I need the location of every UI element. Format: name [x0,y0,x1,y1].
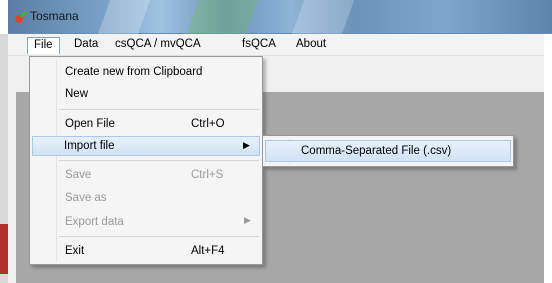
menu-file[interactable]: File [27,37,60,54]
menu-item-open-file[interactable]: Open File Ctrl+O [32,114,260,134]
export-data-label: Export data [65,216,124,228]
menu-data[interactable]: Data [68,37,104,54]
menu-item-create-from-clipboard[interactable]: Create new from Clipboard [32,62,260,82]
menu-separator [59,236,259,237]
import-csv-label: Comma-Separated File (.csv) [301,145,452,157]
menu-fsqca[interactable]: fsQCA [236,37,282,54]
app-icon [15,11,27,23]
exit-shortcut: Alt+F4 [191,245,225,257]
submenu-arrow-icon: ▶ [243,140,250,150]
new-label: New [65,88,89,100]
menu-item-new[interactable]: New [32,84,260,104]
import-file-label: Import file [64,140,115,152]
menu-bar: File Data csQCA / mvQCA fsQCA About [8,34,544,56]
exit-label: Exit [65,245,85,257]
create-from-clipboard-label: Create new from Clipboard [65,66,203,78]
window-title: Tosmana [30,9,79,23]
menu-item-exit[interactable]: Exit Alt+F4 [32,241,260,261]
title-bar[interactable]: Tosmana [8,0,552,34]
menu-item-export-data[interactable]: Export data ▶ [32,212,260,232]
menu-item-import-csv[interactable]: Comma-Separated File (.csv) [265,140,511,162]
menu-csqca-mvqca[interactable]: csQCA / mvQCA [109,37,207,54]
menu-item-save[interactable]: Save Ctrl+S [32,165,260,185]
menu-item-import-file[interactable]: Import file ▶ [32,136,260,156]
menu-separator [59,160,259,161]
menu-item-save-as[interactable]: Save as [32,188,260,208]
background-window-stripe [0,224,8,274]
open-file-shortcut: Ctrl+O [191,118,225,130]
open-file-label: Open File [65,118,115,130]
file-menu-dropdown: Create new from Clipboard New Open File … [29,56,263,265]
save-label: Save [65,169,92,181]
menu-about[interactable]: About [290,37,332,54]
submenu-arrow-icon: ▶ [244,215,251,225]
menu-separator [59,109,259,110]
import-file-submenu: Comma-Separated File (.csv) [262,135,514,167]
save-as-label: Save as [65,192,107,204]
save-shortcut: Ctrl+S [191,169,224,181]
